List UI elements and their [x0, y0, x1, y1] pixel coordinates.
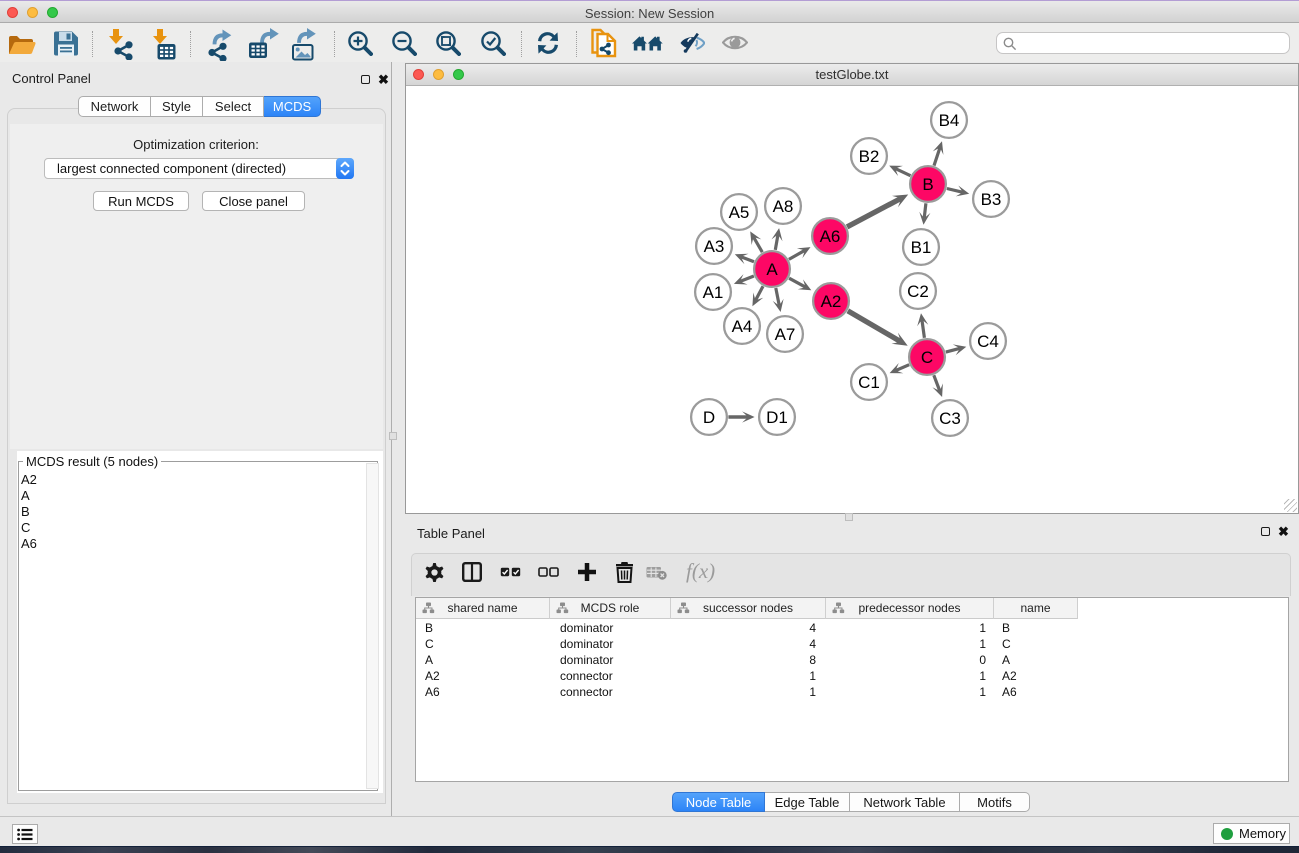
svg-text:D: D — [703, 408, 715, 427]
svg-text:A6: A6 — [820, 227, 841, 246]
svg-text:B4: B4 — [939, 111, 960, 130]
svg-text:B3: B3 — [981, 190, 1002, 209]
svg-text:A7: A7 — [775, 325, 796, 344]
svg-text:B1: B1 — [911, 238, 932, 257]
svg-text:A8: A8 — [773, 197, 794, 216]
svg-text:C4: C4 — [977, 332, 999, 351]
svg-text:A2: A2 — [821, 292, 842, 311]
svg-text:C1: C1 — [858, 373, 880, 392]
svg-text:A: A — [766, 260, 778, 279]
svg-text:D1: D1 — [766, 408, 788, 427]
svg-text:A3: A3 — [704, 237, 725, 256]
svg-text:C3: C3 — [939, 409, 961, 428]
svg-text:C: C — [921, 348, 933, 367]
svg-text:B: B — [922, 175, 933, 194]
svg-text:A1: A1 — [703, 283, 724, 302]
svg-text:C2: C2 — [907, 282, 929, 301]
svg-text:A4: A4 — [732, 317, 753, 336]
svg-text:A5: A5 — [729, 203, 750, 222]
svg-text:B2: B2 — [859, 147, 880, 166]
